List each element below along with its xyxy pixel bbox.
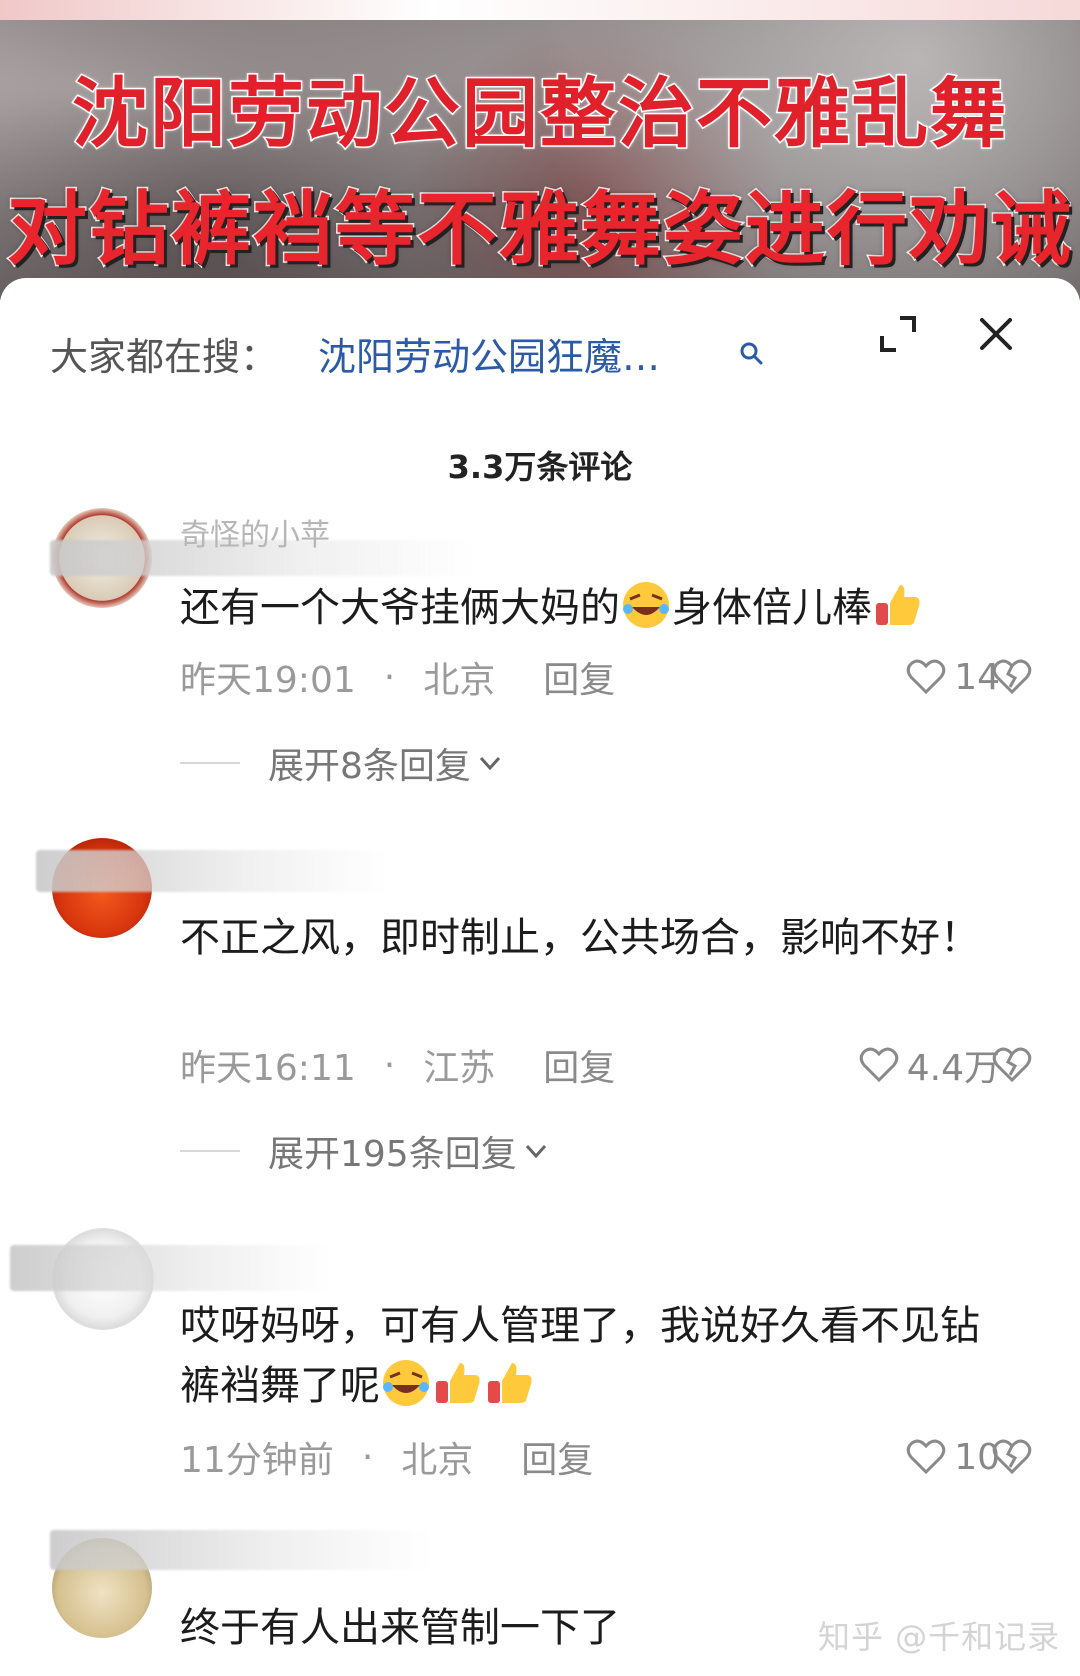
meta-separator: · [383, 656, 396, 698]
comment-time: 昨天16:11 [180, 1048, 356, 1089]
like-count: 4.4万 [906, 1048, 1000, 1089]
redaction-blur [10, 1245, 330, 1291]
search-icon[interactable] [738, 340, 764, 366]
comment-count: 3.3万条评论 [447, 448, 633, 486]
trending-search-link[interactable]: 沈阳劳动公园狂魔… [318, 326, 720, 381]
comment-time: 11分钟前 [180, 1440, 334, 1481]
comment-meta: 11分钟前 · 北京 回复 [180, 1432, 1020, 1482]
comment-username[interactable]: 奇怪的小苹 [180, 510, 330, 554]
like-button[interactable]: 14 [906, 652, 1000, 702]
laughing-crying-emoji-icon [383, 1360, 429, 1406]
laughing-crying-emoji-icon [623, 582, 669, 628]
divider-line [180, 1150, 240, 1152]
comment-text: 还有一个大爷挂俩大妈的 身体倍儿棒 [180, 578, 1010, 638]
video-top-strip [0, 0, 1080, 20]
comment-location: 北京 [401, 1440, 474, 1481]
thumbs-up-emoji-icon [876, 585, 920, 625]
broken-heart-icon[interactable] [992, 1047, 1032, 1083]
comment-meta: 昨天19:01 · 北京 回复 [180, 652, 1020, 702]
comment-location: 北京 [423, 660, 496, 701]
close-icon[interactable] [978, 316, 1014, 352]
thumbs-up-emoji-icon [436, 1363, 480, 1403]
expand-icon[interactable] [878, 314, 918, 354]
redaction-blur [50, 1530, 430, 1570]
heart-icon [859, 1047, 898, 1083]
like-button[interactable]: 10 [906, 1432, 1000, 1482]
video-headline-line1: 沈阳劳动公园整治不雅乱舞 [71, 68, 1008, 160]
comment-text: 哎呀妈呀，可有人管理了，我说好久看不见钻裤裆舞了呢 [180, 1296, 1000, 1416]
reply-button[interactable]: 回复 [543, 1039, 615, 1091]
like-button[interactable]: 4.4万 [859, 1040, 1000, 1090]
expand-replies-button[interactable]: 展开8条回复 [180, 738, 503, 788]
video-headline-line2: 对钻裤裆等不雅舞姿进行劝诫 [6, 182, 1073, 278]
trending-search-bar[interactable]: 大家都在搜： 沈阳劳动公园狂魔… [50, 326, 764, 381]
comment-location: 江苏 [423, 1048, 496, 1089]
chevron-down-icon [479, 756, 501, 771]
expand-replies-label: 展开195条回复 [268, 1134, 517, 1175]
redaction-blur [36, 850, 386, 892]
search-prefix-label: 大家都在搜： [50, 334, 279, 379]
comment-text-part: 哎呀妈呀，可有人管理了，我说好久看不见钻裤裆舞了呢 [180, 1303, 980, 1409]
watermark: 知乎 @千和记录 [818, 1618, 1061, 1656]
thumbs-up-emoji-icon [488, 1363, 532, 1403]
heart-icon [906, 659, 946, 695]
broken-heart-icon[interactable] [992, 659, 1032, 695]
comment-text-part: 身体倍儿棒 [672, 585, 872, 631]
meta-separator: · [383, 1044, 396, 1086]
meta-separator: · [361, 1436, 374, 1478]
video-preview[interactable]: 沈阳劳动公园整治不雅乱舞 对钻裤裆等不雅舞姿进行劝诫 [0, 0, 1080, 300]
reply-button[interactable]: 回复 [543, 651, 615, 703]
expand-replies-button[interactable]: 展开195条回复 [180, 1126, 549, 1176]
heart-icon [906, 1439, 946, 1475]
chevron-down-icon [525, 1144, 546, 1159]
broken-heart-icon[interactable] [992, 1439, 1032, 1475]
reply-button[interactable]: 回复 [521, 1431, 593, 1483]
comment-time: 昨天19:01 [180, 660, 356, 701]
comment-text: 不正之风，即时制止，公共场合，影响不好！ [180, 915, 980, 961]
comment-text-part: 还有一个大爷挂俩大妈的 [180, 585, 620, 631]
expand-replies-label: 展开8条回复 [268, 746, 471, 787]
divider-line [180, 762, 240, 764]
